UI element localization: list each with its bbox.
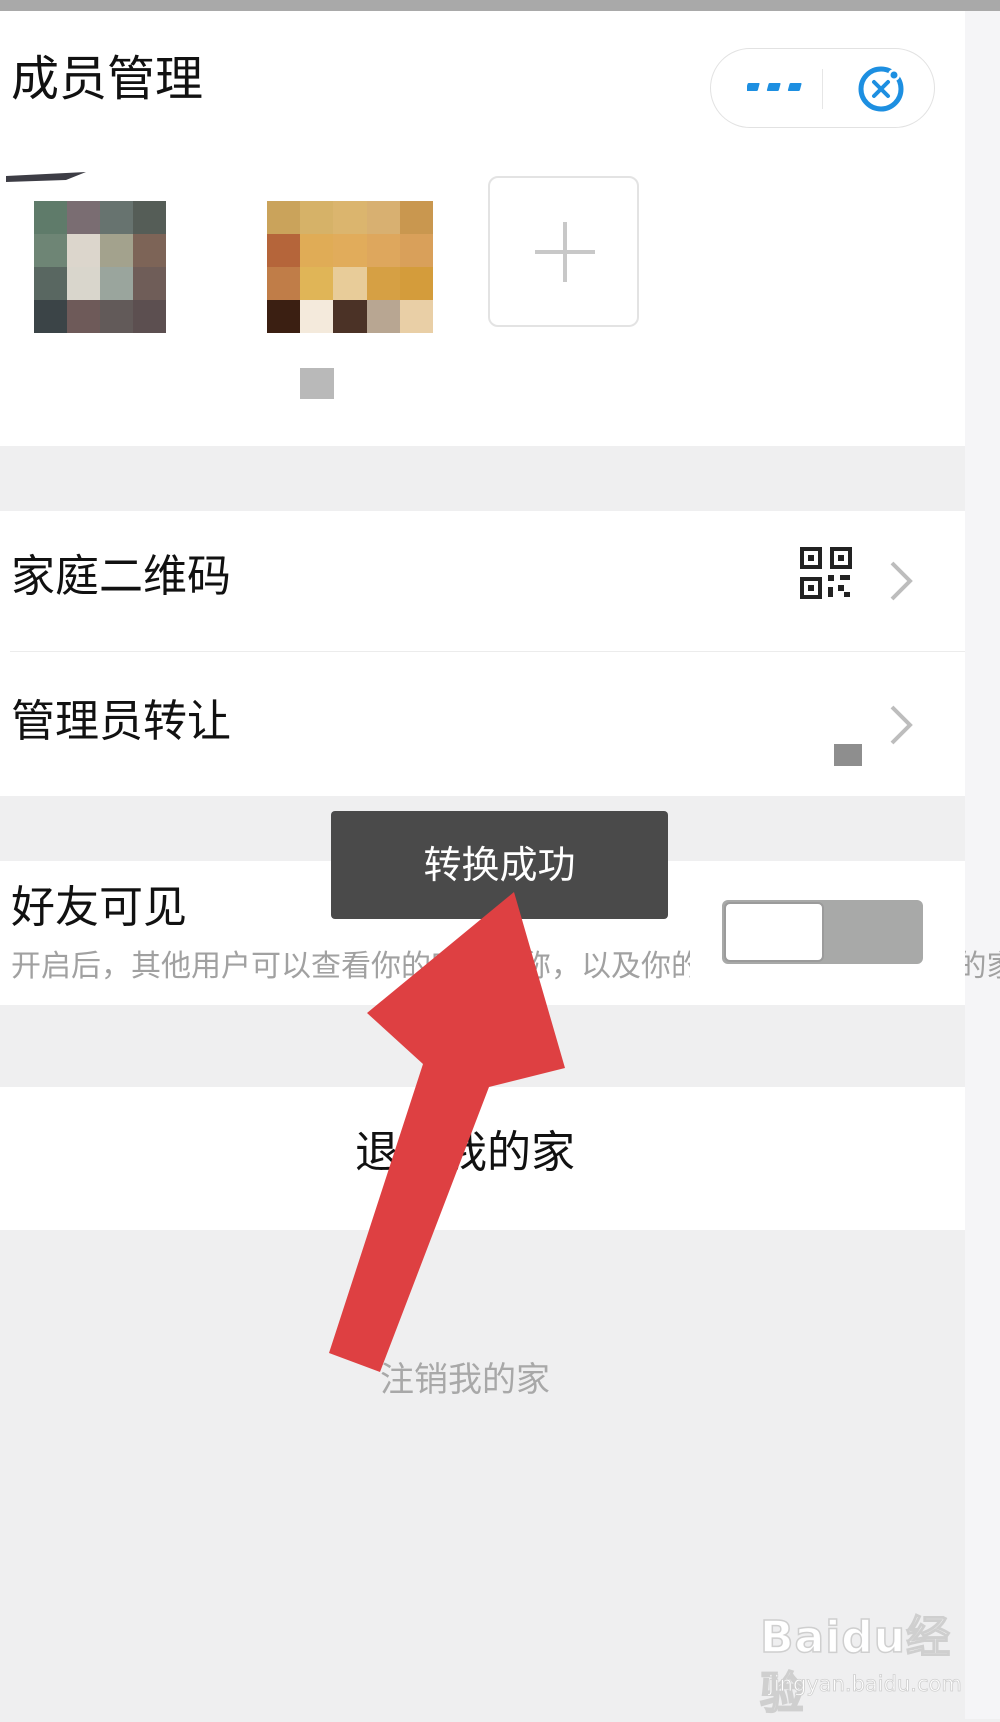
member-name-blurred — [300, 368, 334, 399]
more-icon[interactable] — [747, 71, 807, 105]
avatar-pixel — [366, 234, 400, 267]
admin-transfer-row[interactable]: 管理员转让 — [0, 652, 965, 792]
avatar-pixel — [34, 300, 67, 333]
deregister-family-link[interactable]: 注销我的家 — [0, 1358, 930, 1402]
avatar-pixel — [133, 267, 166, 300]
chevron-right-icon — [890, 705, 913, 745]
avatar-pixel — [333, 201, 367, 234]
avatar-pixel — [267, 300, 301, 333]
watermark-url: jingyan.baidu.com — [768, 1672, 963, 1697]
avatar-pixel — [67, 234, 100, 267]
settings-card: 家庭二维码 管理员转让 — [0, 511, 965, 796]
exit-family-label: 退出我的家 — [355, 1127, 575, 1178]
admin-transfer-label: 管理员转让 — [11, 696, 231, 747]
family-qr-label: 家庭二维码 — [11, 551, 231, 602]
close-icon[interactable] — [854, 62, 908, 116]
qr-code-icon — [800, 547, 852, 599]
friend-visible-title: 好友可见 — [11, 882, 187, 933]
avatar-pixel — [399, 300, 433, 333]
watermark-brand: Baidu经验 — [759, 1611, 952, 1720]
avatar-pixel — [133, 300, 166, 333]
baidu-jingyan-watermark: Baidu经验 jingyan.baidu.com — [759, 1610, 963, 1720]
avatar-pixel — [133, 201, 166, 234]
avatar-pixel — [34, 234, 67, 267]
member-avatar[interactable] — [267, 201, 433, 333]
right-edge-strip — [965, 11, 1000, 1719]
avatar-pixel — [67, 267, 100, 300]
avatar-pixel — [267, 234, 301, 267]
avatar-pixel — [366, 201, 400, 234]
avatar-pixel — [100, 234, 133, 267]
avatar-pixel — [133, 234, 166, 267]
avatar-pixel — [34, 267, 67, 300]
avatar-pixel — [100, 267, 133, 300]
nav-bar: 成员管理 — [0, 11, 965, 146]
avatar-pixel — [100, 300, 133, 333]
member-list — [0, 146, 965, 446]
avatar-pixel — [333, 267, 367, 300]
add-member-button[interactable] — [488, 176, 639, 327]
avatar-pixel — [34, 201, 67, 234]
avatar-pixel — [366, 267, 400, 300]
avatar-pixel — [333, 234, 367, 267]
avatar-pixel — [399, 201, 433, 234]
chevron-right-icon — [890, 561, 913, 601]
member-avatar[interactable] — [34, 201, 166, 333]
member-badge-fragment — [6, 172, 86, 182]
avatar-pixel — [300, 234, 334, 267]
avatar-pixel — [333, 300, 367, 333]
avatar-pixel — [267, 201, 301, 234]
avatar-pixel — [366, 300, 400, 333]
friend-visible-toggle[interactable] — [722, 900, 923, 964]
family-qr-row[interactable]: 家庭二维码 — [0, 511, 965, 651]
avatar-pixel — [300, 300, 334, 333]
avatar-pixel — [300, 267, 334, 300]
avatar-pixel — [267, 267, 301, 300]
avatar-pixel — [100, 201, 133, 234]
toggle-knob — [724, 902, 824, 962]
avatar-pixel — [300, 201, 334, 234]
page-title: 成员管理 — [11, 51, 204, 107]
avatar-pixel — [399, 267, 433, 300]
success-toast: 转换成功 — [331, 811, 668, 919]
exit-family-button[interactable]: 退出我的家 — [0, 1087, 965, 1230]
capsule-divider — [822, 69, 823, 109]
avatar-pixel — [67, 201, 100, 234]
admin-name-blurred — [834, 744, 862, 766]
avatar-pixel — [67, 300, 100, 333]
top-status-strip — [0, 0, 1000, 11]
mini-program-capsule — [710, 48, 935, 128]
avatar-pixel — [399, 234, 433, 267]
